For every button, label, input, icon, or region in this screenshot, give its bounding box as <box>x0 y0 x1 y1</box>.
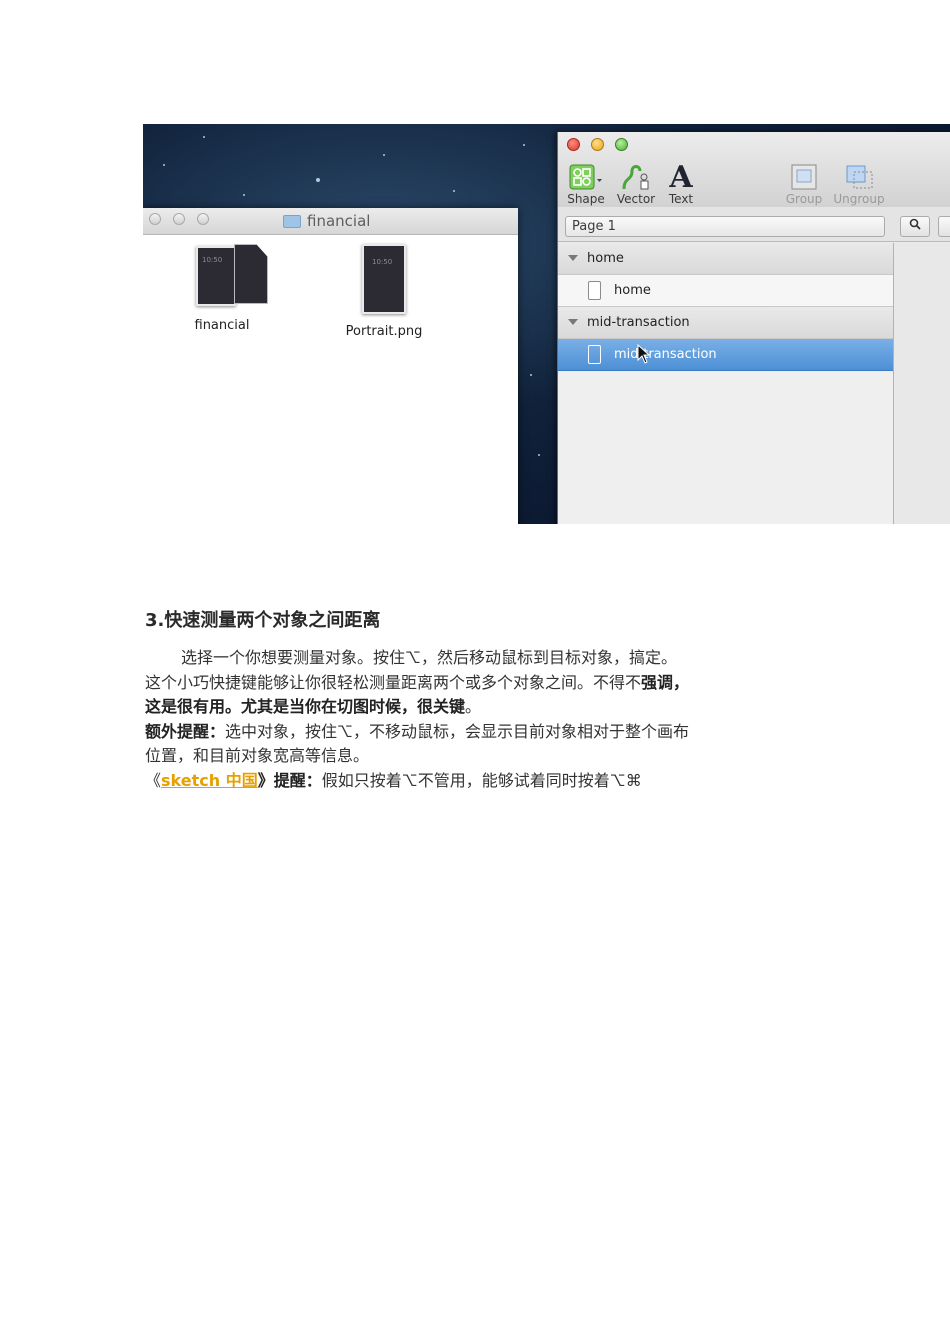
zoom-button[interactable] <box>197 213 209 225</box>
paragraph: 选择一个你想要测量对象。按住⌥，然后移动鼠标到目标对象，搞定。 <box>181 648 678 667</box>
star <box>530 374 532 376</box>
paragraph: 位置，和目前对象宽高等信息。 <box>145 746 370 765</box>
bold-text: 这是很有用。尤其是当你在切图时候，很关键 <box>145 697 466 716</box>
shape-icon <box>566 162 606 192</box>
file-label: financial <box>194 318 250 333</box>
star <box>383 154 385 156</box>
shape-label: Shape <box>567 192 605 206</box>
star <box>453 190 455 192</box>
bold-text: 强调， <box>641 672 690 692</box>
group-label: Group <box>785 192 823 206</box>
search-icon <box>909 218 921 230</box>
page-selector[interactable]: Page 1 <box>565 216 885 237</box>
star <box>523 144 525 146</box>
star <box>538 454 540 456</box>
paragraph: 《sketch 中国》提醒：假如只按着⌥不管用，能够试着同时按着⌥⌘ <box>145 769 845 794</box>
close-button[interactable] <box>149 213 161 225</box>
text-label: Text <box>668 192 694 206</box>
file-financial[interactable]: 10:50 financial <box>177 244 268 333</box>
layer-artboard-home[interactable]: home <box>558 275 893 307</box>
star <box>243 194 245 196</box>
paragraph: 这个小巧快捷键能够让你很轻松测量距离两个或多个对象之间。不得不强调， <box>145 671 845 696</box>
text-tool[interactable]: A Text <box>664 159 698 207</box>
png-file-icon: 10:50 <box>362 244 406 314</box>
finder-titlebar: financial <box>143 208 518 235</box>
thumb-time: 10:50 <box>202 256 223 264</box>
file-portrait[interactable]: 10:50 Portrait.png <box>339 244 429 339</box>
text: 《 <box>145 770 162 790</box>
folder-icon <box>283 215 301 228</box>
bold-label: 额外提醒： <box>145 721 226 741</box>
mouse-cursor-icon <box>637 344 651 364</box>
bold-label: 》提醒： <box>257 770 322 790</box>
vector-pen-icon <box>614 162 658 192</box>
star <box>316 178 320 182</box>
text-a-icon: A <box>669 159 693 195</box>
artboard-icon <box>588 345 601 364</box>
ungroup-tool[interactable]: Ungroup <box>832 162 886 206</box>
star <box>163 164 165 166</box>
layer-group-mid-transaction[interactable]: mid-transaction <box>558 307 893 339</box>
layer-label: mid-transaction <box>587 315 690 330</box>
close-button[interactable] <box>567 138 580 151</box>
zoom-button[interactable] <box>615 138 628 151</box>
paragraph: 额外提醒：选中对象，按住⌥，不移动鼠标，会显示目前对象相对于整个画布 <box>145 720 845 745</box>
canvas-area[interactable] <box>894 243 950 524</box>
finder-window: financial 10:50 financial 10:50 Portrait… <box>143 208 518 524</box>
file-label: Portrait.png <box>345 324 423 339</box>
star <box>203 136 205 138</box>
finder-title: financial <box>307 212 371 230</box>
page-bar: Page 1 <box>558 207 950 242</box>
layer-group-home[interactable]: home <box>558 243 893 275</box>
sketch-window: Shape Vector A Text Group Ungroup Page 1… <box>557 132 950 524</box>
text: 假如只按着⌥不管用，能够试着同时按着⌥⌘ <box>321 770 642 790</box>
vector-tool[interactable]: Vector <box>614 162 658 206</box>
sketch-toolbar: Shape Vector A Text Group Ungroup <box>558 132 950 208</box>
vector-label: Vector <box>616 192 656 206</box>
screenshot-image: financial 10:50 financial 10:50 Portrait… <box>143 124 950 524</box>
ungroup-label: Ungroup <box>833 192 885 206</box>
shape-tool[interactable]: Shape <box>566 162 606 206</box>
article: 3.快速测量两个对象之间距离 选择一个你想要测量对象。按住⌥，然后移动鼠标到目标… <box>145 606 845 793</box>
group-icon <box>784 162 824 192</box>
layers-panel: home home mid-transaction mid-transactio… <box>558 243 894 524</box>
group-tool[interactable]: Group <box>784 162 824 206</box>
layer-artboard-mid-transaction[interactable]: mid-transaction <box>558 339 893 371</box>
text: 这个小巧快捷键能够让你很轻松测量距离两个或多个对象之间。不得不 <box>145 672 642 692</box>
text: 选中对象，按住⌥，不移动鼠标，会显示目前对象相对于整个画布 <box>225 721 690 741</box>
minimize-button[interactable] <box>173 213 185 225</box>
disclosure-triangle-icon[interactable] <box>568 319 578 325</box>
layer-label: home <box>614 283 651 298</box>
sketch-china-link[interactable]: sketch 中国 <box>161 771 258 790</box>
sketch-file-icon: 10:50 <box>186 244 268 306</box>
search-button[interactable] <box>900 216 930 237</box>
paragraph: 这是很有用。尤其是当你在切图时候，很关键。 <box>145 695 845 720</box>
ungroup-icon <box>832 162 886 192</box>
section-heading: 3.快速测量两个对象之间距离 <box>145 610 381 631</box>
layer-label: home <box>587 251 624 266</box>
disclosure-triangle-icon[interactable] <box>568 255 578 261</box>
artboard-icon <box>588 281 601 300</box>
filter-button[interactable] <box>938 216 950 237</box>
minimize-button[interactable] <box>591 138 604 151</box>
text: 。 <box>465 697 482 716</box>
thumb-time: 10:50 <box>372 258 393 266</box>
layer-label: mid-transaction <box>614 347 717 362</box>
